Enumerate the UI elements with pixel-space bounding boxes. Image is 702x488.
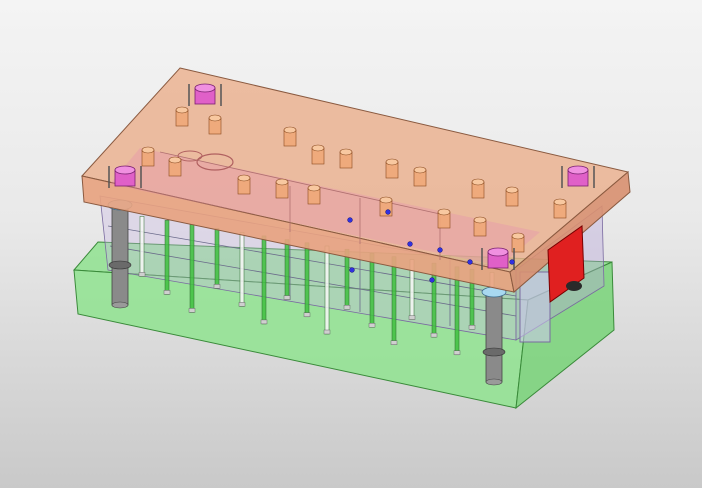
bushing-top [413, 166, 427, 174]
blue-screw [407, 241, 413, 247]
pin-tip [368, 323, 376, 328]
guide-post-base [111, 301, 129, 309]
bushing-top [208, 114, 222, 122]
pin-tip [453, 350, 461, 355]
pin-tip [343, 305, 351, 310]
blue-screw [467, 259, 473, 265]
bushing-top [175, 106, 189, 114]
pin [324, 245, 330, 335]
bushing-top [471, 178, 485, 186]
pin [189, 224, 195, 313]
bushing-top [505, 186, 519, 194]
pin-tip [408, 315, 416, 320]
pin [239, 232, 245, 307]
guide-post-icon [485, 291, 503, 383]
bushing-top [437, 208, 451, 216]
bushing-top [283, 126, 297, 134]
pin-tip [238, 302, 246, 307]
die-set-model[interactable] [0, 0, 702, 488]
guide-post-icon [111, 204, 129, 306]
pin [344, 248, 350, 310]
magenta-cap-top [487, 247, 509, 257]
pin [261, 235, 267, 325]
guide-post-base [485, 378, 503, 386]
guide-collar [482, 347, 506, 357]
blue-screw [385, 209, 391, 215]
bushing-top [311, 144, 325, 152]
pin-tip [303, 312, 311, 317]
magenta-cap-top [114, 165, 136, 175]
pin-tip [138, 272, 146, 277]
bushing-top [141, 146, 155, 154]
bushing-top [385, 158, 399, 166]
pin-tip [188, 308, 196, 313]
magenta-cap-top [194, 83, 216, 93]
bushing-top [339, 148, 353, 156]
bushing-top [511, 232, 525, 240]
blue-screw [347, 217, 353, 223]
bolt-head [566, 281, 582, 291]
pin [214, 228, 220, 289]
3d-viewport[interactable] [0, 0, 702, 488]
pin-tip [213, 284, 221, 289]
pin-tip [323, 329, 331, 335]
pin [284, 239, 290, 300]
pin-tip [163, 290, 171, 295]
pin-tip [468, 325, 476, 330]
pin-tip [260, 319, 268, 325]
bushing-top [473, 216, 487, 224]
guide-collar [108, 260, 132, 270]
bushing-top [553, 198, 567, 206]
pin-tip [390, 340, 398, 345]
blue-screw [429, 277, 435, 283]
pin [304, 242, 310, 318]
bushing-top [168, 156, 182, 164]
pin [369, 252, 375, 328]
pin-tip [430, 332, 438, 338]
blue-screw [509, 259, 515, 265]
pin [139, 216, 145, 277]
bushing-top [275, 178, 289, 186]
pin [391, 256, 397, 345]
blue-screw [349, 267, 355, 273]
bushing-top [307, 184, 321, 192]
pin-tip [283, 295, 291, 300]
magenta-cap-top [567, 165, 589, 175]
bushing-top [379, 196, 393, 204]
pin [164, 220, 170, 295]
bushing-top [237, 174, 251, 182]
blue-screw [437, 247, 443, 253]
